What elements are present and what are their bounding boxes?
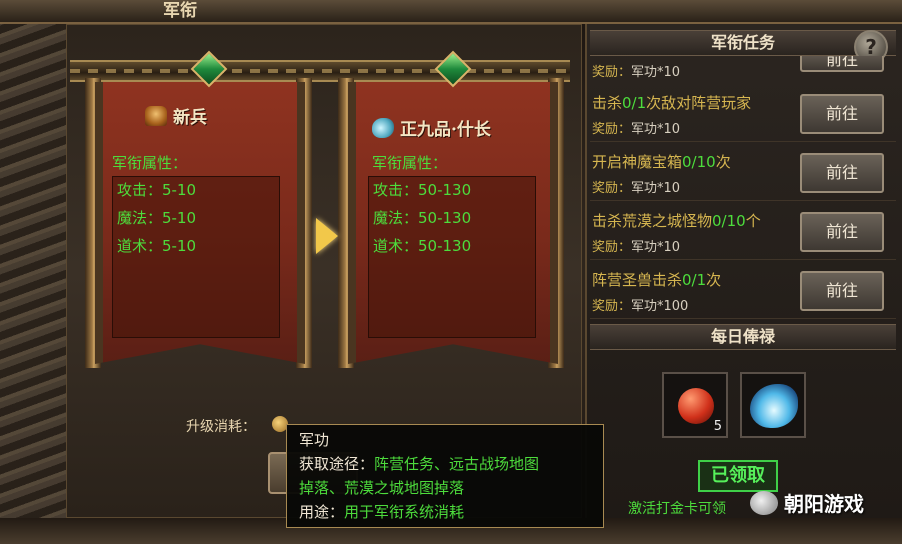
- next-rank-title: 正九品·什长: [372, 115, 491, 140]
- current-rank-title: 新兵: [145, 103, 207, 128]
- upgrade-cost-label: 升级消耗：: [186, 419, 256, 435]
- wechat-icon: [750, 490, 778, 515]
- task-item: 击杀荒漠之城怪物0/10个 奖励：军功*10 前往: [590, 204, 896, 260]
- watermark: 朝阳游戏: [750, 488, 864, 517]
- blue-wing-icon: [750, 384, 798, 428]
- banner-rail: [70, 60, 570, 82]
- next-attr-box: 攻击：50-130 魔法：50-130 道术：50-130: [368, 176, 536, 338]
- window-title: 军衔: [163, 1, 197, 21]
- watermark-text: 朝阳游戏: [784, 492, 864, 516]
- tooltip-use: 用途：用于军衔系统消耗: [299, 503, 465, 521]
- go-button[interactable]: 前往: [800, 271, 884, 311]
- squad-leader-rank-icon: [372, 117, 394, 138]
- recruit-rank-icon: [145, 105, 167, 126]
- merit-tooltip: 军功 获取途径：阵营任务、远古战场地图 掉落、荒漠之城地图掉落 用途：用于军衔系…: [286, 424, 604, 528]
- attr-magic: 魔法：5-10: [117, 209, 197, 227]
- attr-taoism: 道术：50-130: [373, 237, 472, 255]
- go-button[interactable]: 前往: [800, 94, 884, 134]
- go-button[interactable]: 前往: [800, 153, 884, 193]
- tooltip-source: 获取途径：阵营任务、远古战场地图: [299, 455, 540, 473]
- current-rank-name: 新兵: [173, 108, 207, 128]
- tasks-header: 军衔任务: [590, 30, 896, 56]
- top-border: [0, 0, 902, 24]
- activate-card-text: 激活打金卡可领: [628, 501, 726, 517]
- task-reward: 奖励：军功*100: [592, 299, 689, 314]
- task-reward: 奖励：军功*10: [592, 240, 681, 255]
- left-dragon-border: [0, 0, 66, 544]
- tooltip-source-cont: 掉落、荒漠之城地图掉落: [299, 479, 465, 497]
- task-item: 击杀0/1次敌对阵营玩家 奖励：军功*10 前往: [590, 86, 896, 142]
- task-name: 击杀0/1次敌对阵营玩家: [592, 94, 752, 112]
- attr-attack: 攻击：5-10: [117, 181, 197, 199]
- tooltip-title: 军功: [299, 431, 330, 449]
- reward-slot[interactable]: [740, 372, 806, 438]
- daily-salary-header: 每日俸禄: [590, 324, 896, 350]
- current-attr-title: 军衔属性：: [112, 154, 188, 172]
- item-count: 5: [713, 419, 722, 434]
- task-item: 奖励：军功*10 前往: [590, 56, 896, 86]
- reward-slot[interactable]: 5: [662, 372, 728, 438]
- attr-taoism: 道术：5-10: [117, 237, 197, 255]
- current-attr-box: 攻击：5-10 魔法：5-10 道术：5-10: [112, 176, 280, 338]
- task-reward: 奖励：军功*10: [592, 65, 681, 80]
- next-attr-title: 军衔属性：: [372, 154, 448, 172]
- task-reward: 奖励：军功*10: [592, 181, 681, 196]
- next-rank-name: 正九品·什长: [400, 120, 491, 140]
- task-name: 阵营圣兽击杀0/1次: [592, 271, 722, 289]
- task-item: 开启神魔宝箱0/10次 奖励：军功*10 前往: [590, 145, 896, 201]
- task-reward: 奖励：军功*10: [592, 122, 681, 137]
- red-orb-icon: [678, 388, 714, 424]
- go-button[interactable]: 前往: [800, 212, 884, 252]
- attr-attack: 攻击：50-130: [373, 181, 472, 199]
- task-item: 阵营圣兽击杀0/1次 奖励：军功*100 前往: [590, 263, 896, 319]
- task-name: 开启神魔宝箱0/10次: [592, 153, 731, 171]
- task-name: 击杀荒漠之城怪物0/10个: [592, 212, 761, 230]
- arrow-right-icon: [316, 218, 338, 254]
- attr-magic: 魔法：50-130: [373, 209, 472, 227]
